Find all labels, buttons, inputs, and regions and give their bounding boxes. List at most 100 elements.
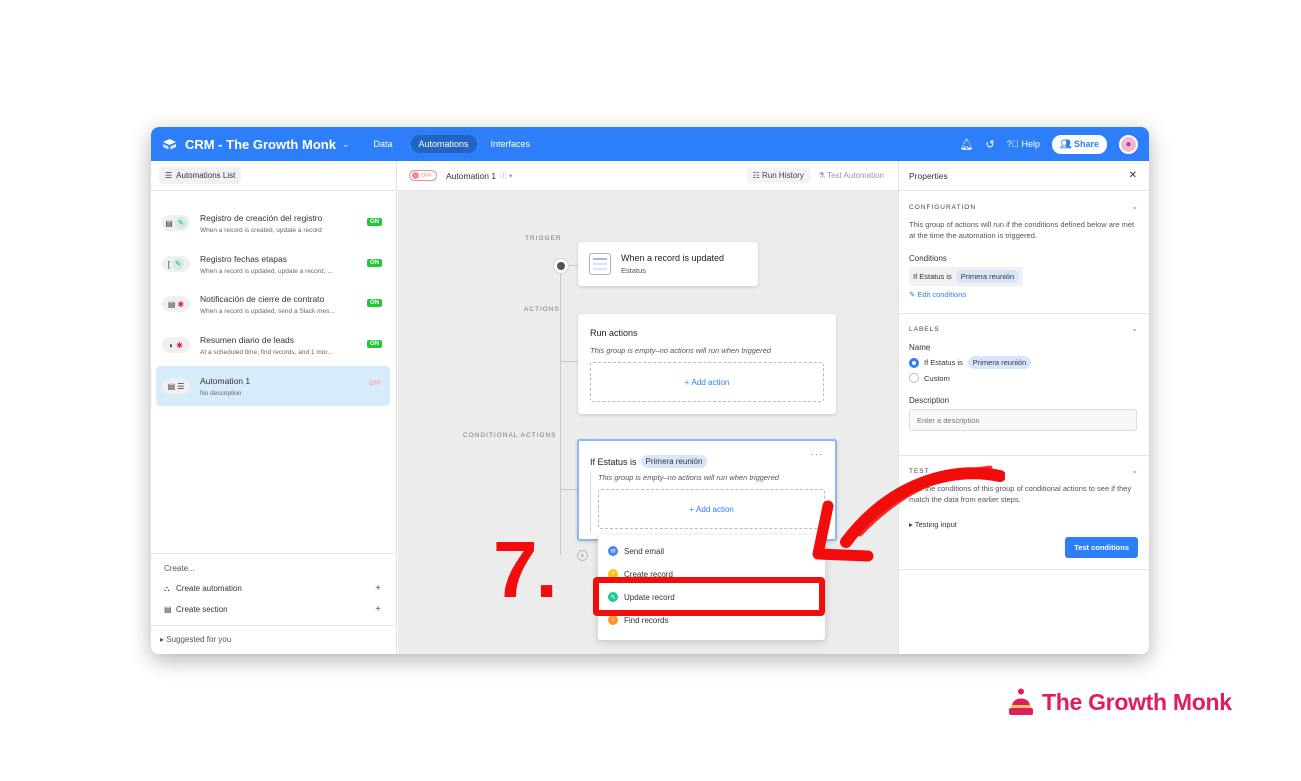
automation-description: At a scheduled time, find records, and 1… [200, 348, 333, 356]
create-section-row[interactable]: ▤ Create section + [164, 604, 381, 615]
toggle-label: OFF [421, 172, 432, 179]
trigger-node-icon [553, 258, 569, 274]
condition-summary: If Estatus is Primera reunión [909, 267, 1024, 286]
list-header: ☰ Automations List [151, 161, 396, 191]
status-badge: ON [367, 340, 382, 348]
trigger-action-icons: ▤ ✱ [162, 296, 190, 312]
status-badge: OFF [369, 381, 381, 387]
edit-conditions-link[interactable]: ✎ Edit conditions [909, 290, 966, 299]
automations-list-button[interactable]: ☰ Automations List [159, 167, 242, 184]
create-automation-row[interactable]: ⛬ Create automation + [164, 583, 381, 594]
description-label: Description [909, 396, 950, 405]
avatar[interactable]: ● [1119, 134, 1138, 154]
trigger-title: When a record is updated [621, 253, 725, 263]
flask-icon: ⚗ [817, 171, 828, 180]
automation-title: Resumen diario de leads [200, 334, 295, 345]
automation-description: When a record is created, update a recor… [200, 226, 322, 234]
tab-data[interactable]: Data [365, 135, 400, 153]
labels-section: LABELS ⌄ Name If Estatus is Primera reun… [899, 314, 1149, 456]
configuration-text: This group of actions will run if the co… [909, 220, 1135, 240]
configuration-section: CONFIGURATION ⌄ This group of actions wi… [899, 192, 1149, 314]
share-label: Share [1073, 138, 1099, 149]
properties-header: Properties ✕ [899, 161, 1149, 191]
automation-toggle[interactable]: OFF [409, 170, 437, 181]
share-button[interactable]: 👥︎ Share [1052, 134, 1107, 154]
history-icon[interactable]: ↺ [986, 138, 995, 151]
people-icon: 👥︎ [1060, 138, 1074, 149]
airtable-logo-icon[interactable] [162, 138, 177, 150]
add-action-button[interactable]: + Add action [598, 489, 825, 529]
radio-custom-name[interactable]: Custom [909, 373, 950, 383]
description-input[interactable]: Enter a description [909, 409, 1137, 431]
help-button[interactable]: ?⃝ Help [1007, 139, 1040, 149]
create-area: Create... ⛬ Create automation + ▤ Create… [151, 553, 397, 615]
tab-interfaces[interactable]: Interfaces [483, 135, 539, 153]
brand-logo: The Growth Monk [1008, 688, 1232, 716]
trigger-action-icons: ▤ ✎ [162, 215, 190, 231]
toggle-knob [412, 172, 419, 179]
name-label: Name [909, 343, 931, 352]
run-actions-card[interactable]: Run actions This group is empty–no actio… [578, 314, 836, 414]
edit-conditions-label: Edit conditions [917, 290, 967, 299]
automations-sidebar: ☰ Automations List ▤ ✎ Registro de creació… [151, 161, 397, 654]
suggested-label: Suggested for you [166, 635, 232, 644]
more-options-icon[interactable]: ··· [811, 449, 823, 459]
bell-icon[interactable]: 🔔︎ [960, 138, 974, 151]
plus-icon[interactable]: + [375, 604, 381, 615]
add-action-label: Add action [691, 377, 730, 387]
chevron-down-icon[interactable]: ⌄ [342, 139, 350, 150]
trigger-action-icons: ◐ ✱ [162, 337, 190, 353]
search-icon: ⌕ [608, 615, 618, 625]
test-automation-label: Test Automation [827, 171, 884, 180]
conditions-label: Conditions [909, 254, 947, 263]
suggested-for-you[interactable]: ▸ Suggested for you [151, 625, 397, 644]
step-number-annotation: 7. [493, 525, 558, 614]
automation-item[interactable]: [✎ Registro fechas etapas When a record … [156, 244, 390, 284]
flow-connector [560, 489, 578, 490]
conditional-group-card[interactable]: If Estatus is Primera reunión ··· This g… [577, 439, 837, 541]
radio-label: If Estatus is [924, 358, 963, 367]
plus-icon: + [684, 377, 692, 387]
condition-value-pill: Primera reunión [967, 356, 1032, 369]
trigger-action-icons: [✎ [162, 256, 190, 272]
automation-item[interactable]: ▤ ✱ Notificación de cierre de contrato Wh… [156, 284, 390, 324]
plus-icon: + [689, 504, 697, 514]
automation-item[interactable]: ▤ ✎ Registro de creación del registro Whe… [156, 203, 390, 243]
info-icon[interactable]: ⓘ ▾ [500, 171, 512, 181]
actions-label: ACTIONS [524, 306, 560, 313]
tab-automations[interactable]: Automations [410, 135, 477, 153]
chevron-down-icon[interactable]: ⌄ [1131, 202, 1138, 211]
empty-group-text: This group is empty–no actions will run … [590, 346, 771, 355]
close-icon[interactable]: ✕ [1129, 170, 1137, 181]
automation-item-selected[interactable]: ▤ ☰ Automation 1 No description OFF [156, 366, 390, 406]
create-label: Create... [164, 564, 195, 573]
test-automation-button[interactable]: ⚗ Test Automation [818, 171, 884, 180]
test-conditions-button[interactable]: Test conditions [1065, 537, 1138, 558]
menu-item-find-records[interactable]: ⌕ Find records [608, 615, 668, 625]
status-badge: ON [367, 299, 382, 307]
menu-item-send-email[interactable]: ✉ Send email [608, 546, 664, 556]
base-title[interactable]: CRM - The Growth Monk [185, 137, 336, 152]
add-step-icon[interactable]: + [577, 550, 588, 561]
app-window: CRM - The Growth Monk ⌄ Data Automations… [151, 127, 1149, 654]
chevron-down-icon[interactable]: ⌄ [1131, 466, 1138, 475]
automation-name[interactable]: Automation 1 [446, 171, 496, 181]
configuration-heading: CONFIGURATION [909, 204, 977, 211]
flow-line [560, 271, 561, 555]
help-icon: ?⃝ [1006, 139, 1019, 149]
automation-title: Automation 1 [200, 375, 251, 386]
plus-icon[interactable]: + [375, 583, 381, 594]
chevron-down-icon[interactable]: ⌄ [1131, 324, 1138, 333]
automation-title: Notificación de cierre de contrato [200, 293, 325, 304]
radio-unselected[interactable] [909, 373, 919, 383]
red-arrow-annotation [812, 465, 1005, 562]
trigger-card[interactable]: When a record is updated Estatus [578, 242, 758, 286]
automation-item[interactable]: ◐ ✱ Resumen diario de leads At a schedule… [156, 325, 390, 365]
run-history-button[interactable]: ☷ Run History [746, 168, 810, 183]
condition-prefix: If Estatus is [913, 272, 952, 281]
radio-selected[interactable] [909, 357, 919, 368]
radio-default-name[interactable]: If Estatus is Primera reunión [909, 356, 1032, 369]
conditional-actions-label: CONDITIONAL ACTIONS [463, 432, 557, 439]
menu-icon: ☰ [165, 171, 173, 180]
add-action-button[interactable]: + Add action [590, 362, 824, 402]
